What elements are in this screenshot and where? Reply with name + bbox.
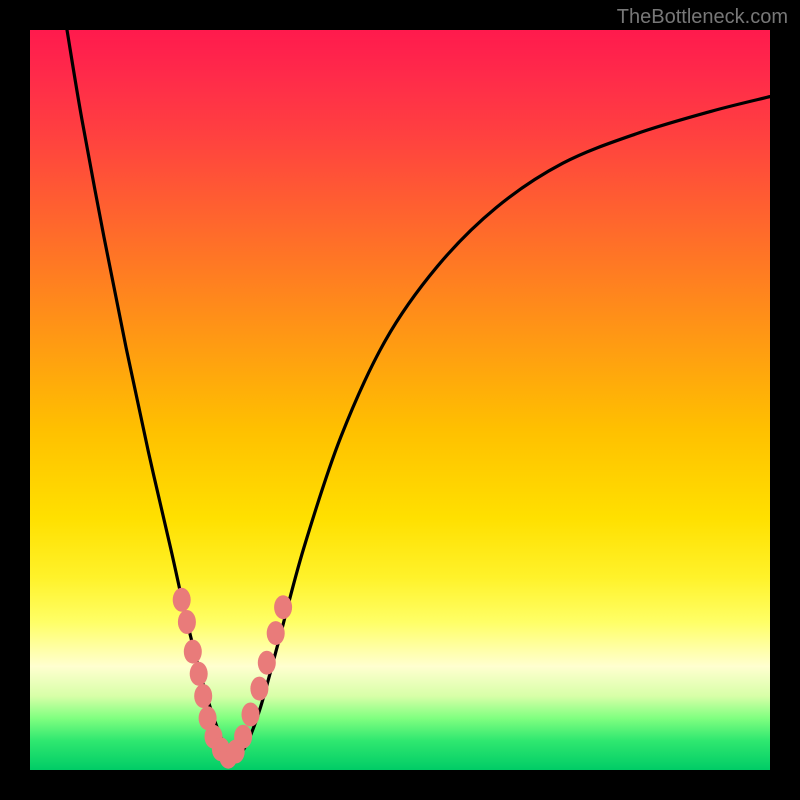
marker-point — [258, 651, 276, 675]
marker-point — [173, 588, 191, 612]
bottleneck-curve — [67, 30, 770, 756]
marker-point — [184, 640, 202, 664]
plot-area — [30, 30, 770, 770]
marker-point — [178, 610, 196, 634]
marker-point — [242, 703, 260, 727]
marker-point — [274, 595, 292, 619]
chart-svg — [30, 30, 770, 770]
watermark-text: TheBottleneck.com — [617, 6, 788, 29]
chart-frame: TheBottleneck.com — [0, 0, 800, 800]
marker-point — [194, 684, 212, 708]
marker-point — [190, 662, 208, 686]
marker-point — [234, 725, 252, 749]
marker-point — [250, 677, 268, 701]
highlighted-points-group — [173, 588, 292, 769]
marker-point — [267, 621, 285, 645]
